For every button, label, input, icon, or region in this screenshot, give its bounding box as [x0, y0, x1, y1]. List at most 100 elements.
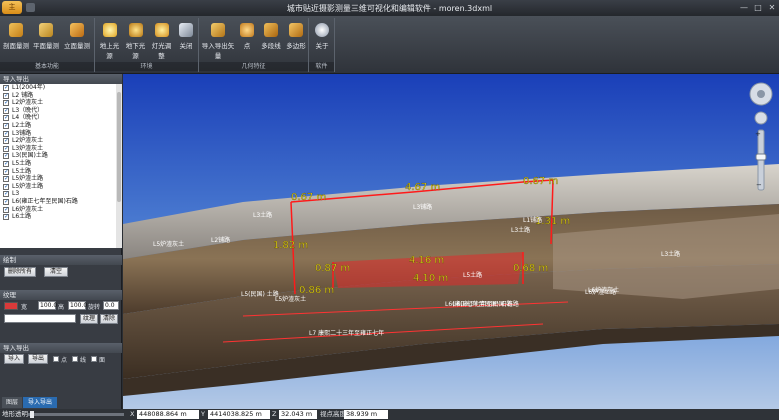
x-label: X: [130, 410, 135, 418]
layer-item[interactable]: L5土路: [0, 168, 122, 175]
line-checkbox[interactable]: [72, 356, 78, 362]
layer-item[interactable]: L5炉渣土路: [0, 175, 122, 183]
texture-color-swatch[interactable]: [4, 302, 18, 310]
layer-tree[interactable]: L1(2004年)L2 铺路L2炉渣灰土L3（晚代）L4（晚代）L2土路L3铺路…: [0, 84, 122, 248]
point-button[interactable]: 点: [237, 19, 257, 59]
polyline-button[interactable]: 多段线: [259, 19, 283, 59]
clear-texture-button[interactable]: 清除: [100, 314, 118, 324]
clear-draw-button[interactable]: 清空: [44, 267, 68, 277]
layer-scrollbar[interactable]: [116, 84, 122, 248]
layer-item[interactable]: L4（晚代）: [0, 114, 122, 122]
profile-measure-button[interactable]: 剖面量测: [2, 19, 30, 59]
layer-checkbox[interactable]: [3, 122, 9, 130]
about-button[interactable]: 关于: [311, 19, 333, 59]
light-adjust-button[interactable]: 灯光调整: [149, 19, 174, 60]
layer-checkbox[interactable]: [3, 206, 9, 213]
apply-texture-button[interactable]: 纹理: [80, 314, 98, 324]
layer-item[interactable]: L1(2004年): [0, 84, 122, 92]
tab-import-export[interactable]: 导入导出: [23, 397, 57, 408]
y-label: Y: [201, 410, 205, 418]
layer-item[interactable]: L2炉渣灰土: [0, 137, 122, 145]
layer-item[interactable]: L2炉渣灰土: [0, 99, 122, 107]
layer-annotation: L3土路: [511, 226, 530, 234]
layer-checkbox[interactable]: [3, 137, 9, 145]
close-button[interactable]: ✕: [766, 2, 778, 13]
polygon-checkbox[interactable]: [91, 356, 97, 362]
layer-item[interactable]: L6(雍正七年至民国)石路: [0, 198, 122, 206]
layer-label: L3(民国)土路: [12, 152, 48, 160]
layer-checkbox[interactable]: [3, 183, 9, 190]
3d-viewport[interactable]: + − 0.67 m 4.67 m 0.67 m 1.31 m 1.82 m 0.87 m…: [123, 74, 779, 409]
tab-layers[interactable]: 图层: [2, 397, 22, 408]
layer-annotation: L5(民国) 土路: [241, 290, 279, 298]
scene-canvas[interactable]: + − 0.67 m4.67 m0.67 m1.31 m1.82 m0.87 m…: [123, 74, 779, 409]
layer-checkbox[interactable]: [3, 190, 9, 198]
layer-annotation: L6炉渣土路: [585, 288, 616, 296]
layer-checkbox[interactable]: [3, 114, 9, 122]
layer-annotation: L1铺路: [523, 216, 542, 224]
layer-checkbox[interactable]: [3, 168, 9, 175]
view-height-label: 视点高度: [320, 410, 346, 418]
zoom-in-icon[interactable]: +: [755, 130, 761, 138]
facade-measure-button[interactable]: 立面量测: [62, 19, 92, 59]
texture-height-field[interactable]: 100.0: [68, 301, 87, 310]
layer-checkbox[interactable]: [3, 175, 9, 183]
layer-annotation: L3铺路: [413, 203, 432, 211]
layer-checkbox[interactable]: [3, 152, 9, 160]
profile-measure-icon: [9, 23, 23, 37]
terrain-transparency-label: 地形透明: [2, 410, 28, 418]
layer-checkbox[interactable]: [3, 198, 9, 206]
layer-checkbox[interactable]: [3, 145, 9, 152]
delete-all-button[interactable]: 删除所有: [4, 267, 36, 277]
layer-label: L5炉渣土路: [12, 175, 44, 183]
close-light-button[interactable]: 关闭: [175, 19, 197, 59]
layer-annotation: L7 康熙二十三年至雍正七年: [309, 329, 384, 337]
slider-thumb[interactable]: [30, 411, 34, 418]
maximize-button[interactable]: □: [752, 2, 764, 13]
texture-width-field[interactable]: 100.0: [38, 301, 57, 310]
layer-label: L3: [12, 190, 20, 198]
layer-panel-header: 导入导出: [0, 74, 122, 84]
layer-item[interactable]: L6炉渣灰土: [0, 206, 122, 213]
texture-section-header: 纹理: [0, 290, 122, 300]
layer-item[interactable]: L3(民国)土路: [0, 152, 122, 160]
layer-label: L2炉渣灰土: [12, 99, 44, 107]
measurement-label: 0.68 m: [513, 263, 548, 274]
layer-checkbox[interactable]: [3, 107, 9, 114]
texture-rotate-field[interactable]: 0.0: [103, 301, 119, 310]
layer-item[interactable]: L6土路: [0, 213, 122, 221]
layer-checkbox[interactable]: [3, 160, 9, 168]
minimize-button[interactable]: —: [738, 2, 750, 13]
layer-annotation: L3土路: [661, 250, 680, 258]
export-button[interactable]: 导出: [28, 354, 48, 364]
scrollbar-thumb[interactable]: [117, 92, 121, 202]
y-coordinate-field: 4414038.825 m: [208, 410, 270, 419]
z-coordinate-field: 32.043 m: [279, 410, 317, 419]
layer-checkbox[interactable]: [3, 84, 9, 92]
below-light-button[interactable]: 地下光源: [123, 19, 148, 60]
line-option-label: 线: [80, 357, 87, 364]
plane-measure-button[interactable]: 平面量测: [32, 19, 60, 59]
transparency-slider[interactable]: [28, 413, 124, 416]
layer-checkbox[interactable]: [3, 213, 9, 221]
layer-item[interactable]: L2土路: [0, 122, 122, 130]
measurement-label: 4.16 m: [409, 255, 444, 266]
width-label: 宽: [21, 304, 28, 311]
layer-checkbox[interactable]: [3, 99, 9, 107]
above-light-button[interactable]: 地上光源: [97, 19, 122, 60]
import-button[interactable]: 导入: [4, 354, 24, 364]
layer-item[interactable]: L5炉渣土路: [0, 183, 122, 190]
layer-item[interactable]: L3: [0, 190, 122, 198]
layer-label: L2土路: [12, 121, 32, 129]
x-coordinate-field: 448088.864 m: [137, 410, 199, 419]
layer-item[interactable]: L5土路: [0, 160, 122, 168]
light-icon: [128, 23, 143, 37]
zoom-out-icon[interactable]: −: [756, 181, 762, 189]
layer-checkbox[interactable]: [3, 130, 9, 137]
layer-annotation: L6(雍正七年至民国)石路: [453, 300, 519, 308]
texture-path-field[interactable]: [4, 314, 76, 323]
import-export-vector-button[interactable]: 导入导出矢量: [201, 19, 235, 60]
polygon-button[interactable]: 多边形: [284, 19, 308, 59]
point-checkbox[interactable]: [53, 356, 59, 362]
layer-checkbox[interactable]: [3, 92, 9, 99]
